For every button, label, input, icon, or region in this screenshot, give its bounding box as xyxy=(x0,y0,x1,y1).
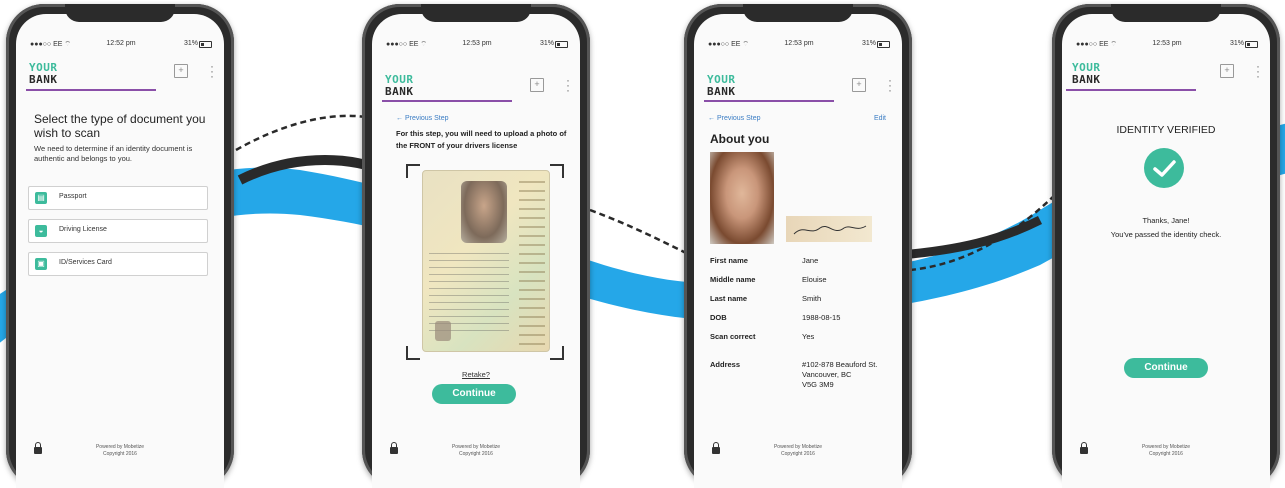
phone-upload-license: ●●●○○ EE ⌔ 12:53 pm 31% YOUR BANK + · · · ←… xyxy=(362,4,590,488)
battery-icon xyxy=(555,41,568,48)
phone-select-document: ●●●○○ EE ⌔ 12:52 pm 31% YOUR BANK + · · · S… xyxy=(6,4,234,488)
upload-instruction: For this step, you will need to upload a… xyxy=(396,129,567,150)
battery-percent: 31% xyxy=(183,40,198,47)
battery-percent: 31% xyxy=(1229,40,1244,47)
phone-screen: ●●●○○ EE ⌔ 12:52 pm 31% YOUR BANK + · · · S… xyxy=(16,14,224,488)
bank-logo: YOUR BANK xyxy=(707,73,736,98)
battery-percent: 31% xyxy=(539,40,554,47)
id-photo xyxy=(710,152,774,244)
phone-notch xyxy=(1111,4,1221,22)
phone-notch xyxy=(743,4,853,22)
retake-link[interactable]: Retake? xyxy=(372,370,580,379)
success-message: You've passed the identity check. xyxy=(1110,230,1222,239)
brand-divider xyxy=(26,89,156,91)
share-icon[interactable]: + xyxy=(530,78,544,92)
checkmark-icon xyxy=(1144,148,1184,188)
share-icon[interactable]: + xyxy=(1220,64,1234,78)
phone-screen: ●●●○○ EE ⌔ 12:53 pm 31% YOUR BANK + · · · I… xyxy=(1062,14,1270,488)
signature-image xyxy=(786,216,872,242)
previous-step-link[interactable]: ← Previous Step xyxy=(708,115,761,122)
phone-about-you: ●●●○○ EE ⌔ 12:53 pm 31% YOUR BANK + · · · ←… xyxy=(684,4,912,488)
option-driving-license[interactable]: ◒ Driving License xyxy=(28,219,208,243)
status-bar: ●●●○○ EE ⌔ 12:52 pm 31% xyxy=(30,40,212,50)
more-menu-icon[interactable]: · · · xyxy=(566,74,570,96)
dashed-connector-1 xyxy=(235,114,373,152)
phone-screen: ●●●○○ EE ⌔ 12:53 pm 31% YOUR BANK + · · · ←… xyxy=(694,14,902,488)
footer: Powered by Mobetize Copyright 2016 xyxy=(1141,444,1191,457)
battery-icon xyxy=(199,41,212,48)
option-passport[interactable]: ▤ Passport xyxy=(28,186,208,210)
footer: Powered by Mobetize Copyright 2016 xyxy=(95,444,145,457)
phone-identity-verified: ●●●○○ EE ⌔ 12:53 pm 31% YOUR BANK + · · · I… xyxy=(1052,4,1280,488)
id-card-icon: ▣ xyxy=(35,258,47,270)
footer: Powered by Mobetize Copyright 2016 xyxy=(773,444,823,457)
previous-step-link[interactable]: ← Previous Step xyxy=(396,115,449,122)
share-icon[interactable]: + xyxy=(174,64,188,78)
share-icon[interactable]: + xyxy=(852,78,866,92)
more-menu-icon[interactable]: · · · xyxy=(1256,60,1260,82)
scan-frame xyxy=(406,164,564,360)
bank-logo: YOUR BANK xyxy=(29,61,58,86)
status-bar: ●●●○○ EE ⌔ 12:53 pm 31% xyxy=(1076,40,1258,50)
more-menu-icon[interactable]: · · · xyxy=(210,60,214,82)
footer: Powered by Mobetize Copyright 2016 xyxy=(451,444,501,457)
battery-icon xyxy=(877,41,890,48)
brand-divider xyxy=(1066,89,1196,91)
dashed-connector-2 xyxy=(589,208,691,257)
edit-link[interactable]: Edit xyxy=(874,115,886,122)
page-title: Select the type of document you wish to … xyxy=(34,112,206,140)
passport-icon: ▤ xyxy=(35,192,47,204)
bank-logo: YOUR BANK xyxy=(1072,61,1101,86)
status-bar: ●●●○○ EE ⌔ 12:53 pm 31% xyxy=(386,40,568,50)
more-menu-icon[interactable]: · · · xyxy=(888,74,892,96)
thanks-text: Thanks, Jane! xyxy=(1142,216,1190,225)
page-subtitle: We need to determine if an identity docu… xyxy=(34,144,193,163)
page-title: About you xyxy=(710,132,770,146)
continue-button[interactable]: Continue xyxy=(1124,358,1208,378)
verified-title: IDENTITY VERIFIED xyxy=(1116,124,1216,136)
brand-divider xyxy=(382,100,512,102)
option-id-card[interactable]: ▣ ID/Services Card xyxy=(28,252,208,276)
status-bar: ●●●○○ EE ⌔ 12:53 pm 31% xyxy=(708,40,890,50)
continue-button[interactable]: Continue xyxy=(432,384,516,404)
car-icon: ◒ xyxy=(35,225,47,237)
phone-notch xyxy=(421,4,531,22)
phone-screen: ●●●○○ EE ⌔ 12:53 pm 31% YOUR BANK + · · · ←… xyxy=(372,14,580,488)
brand-divider xyxy=(704,100,834,102)
drivers-license-image xyxy=(422,170,550,352)
battery-percent: 31% xyxy=(861,40,876,47)
bank-logo: YOUR BANK xyxy=(385,73,414,98)
phone-notch xyxy=(65,4,175,22)
signature-scribble xyxy=(793,225,867,235)
battery-icon xyxy=(1245,41,1258,48)
